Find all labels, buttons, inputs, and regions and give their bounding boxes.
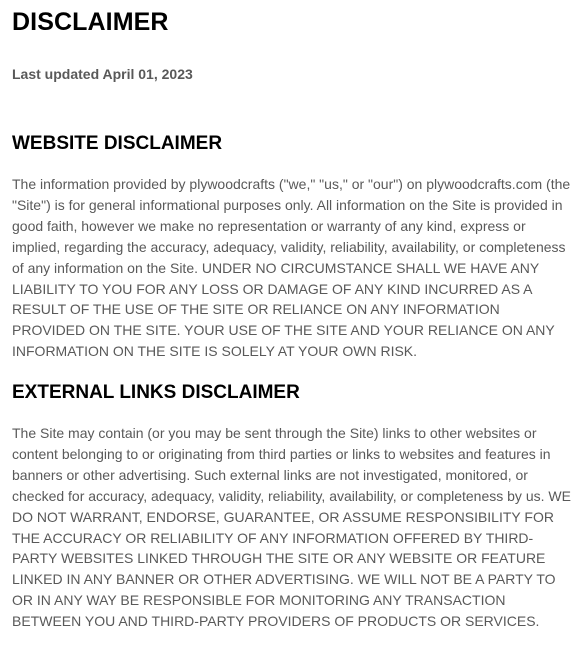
paragraph-line: PARTY WEBSITES LINKED THROUGH THE SITE O…: [12, 550, 546, 567]
paragraph-line: The Site may contain (or you may be sent…: [12, 425, 537, 441]
paragraph-line: LIABILITY TO YOU FOR ANY LOSS OR DAMAGE …: [12, 280, 533, 297]
paragraph-line: of any information on the Site. UNDER NO…: [12, 259, 540, 276]
paragraph-line: The information provided by plywoodcraft…: [12, 176, 571, 192]
page-title: DISCLAIMER: [12, 8, 169, 36]
paragraph-line: implied, regarding the accuracy, adequac…: [12, 238, 566, 255]
website-disclaimer-paragraph: The information provided by plywoodcraft…: [12, 174, 574, 362]
paragraph-line: INFORMATION ON THE SITE IS SOLELY AT YOU…: [12, 343, 418, 360]
paragraph-line: good faith, however we make no represent…: [12, 217, 526, 234]
paragraph-line: checked for accuracy, adequacy, validity…: [12, 487, 571, 504]
paragraph-line: "Site") is for general informational pur…: [12, 196, 563, 213]
paragraph-line: PROVIDED ON THE SITE. YOUR USE OF THE SI…: [12, 322, 555, 339]
external-links-disclaimer-paragraph: The Site may contain (or you may be sent…: [12, 423, 574, 632]
disclaimer-page: DISCLAIMER Last updated April 01, 2023 W…: [0, 0, 586, 646]
paragraph-line: BETWEEN YOU AND THIRD-PARTY PROVIDERS OF…: [12, 613, 540, 630]
paragraph-line: content belonging to or originating from…: [12, 445, 551, 462]
paragraph-line: OR IN ANY WAY BE RESPONSIBLE FOR MONITOR…: [12, 592, 506, 609]
paragraph-line: DO NOT WARRANT, ENDORSE, GUARANTEE, OR A…: [12, 508, 554, 525]
paragraph-line: RESULT OF THE USE OF THE SITE OR RELIANC…: [12, 301, 500, 318]
external-links-disclaimer-heading: EXTERNAL LINKS DISCLAIMER: [12, 382, 300, 403]
paragraph-line: LINKED IN ANY BANNER OR OTHER ADVERTISIN…: [12, 571, 556, 588]
last-updated-text: Last updated April 01, 2023: [12, 66, 193, 82]
paragraph-line: THE ACCURACY OR RELIABILITY OF ANY INFOR…: [12, 529, 534, 546]
website-disclaimer-heading: WEBSITE DISCLAIMER: [12, 133, 223, 154]
paragraph-line: banners or other advertising. Such exter…: [12, 466, 528, 483]
